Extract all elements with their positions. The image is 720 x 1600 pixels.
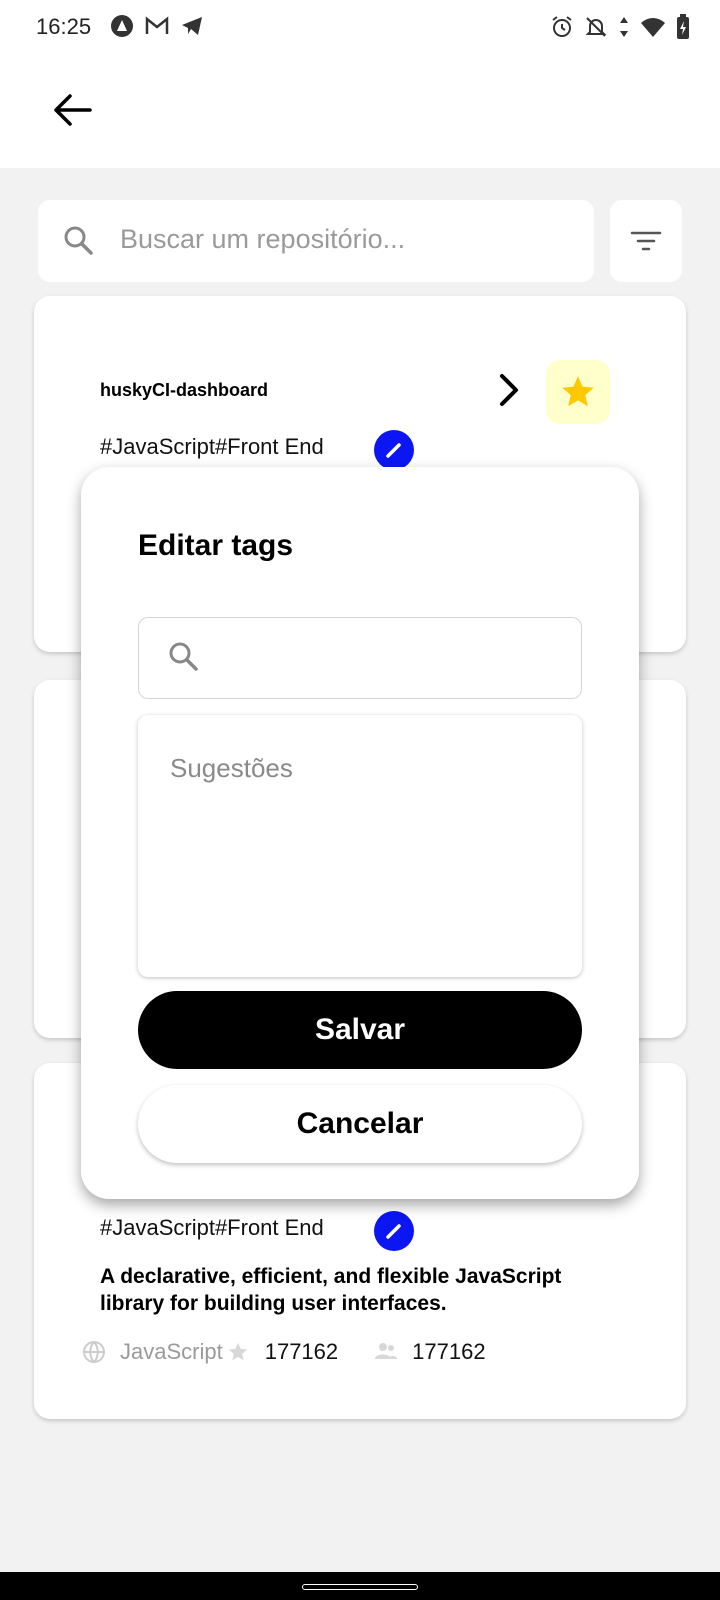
pencil-icon [386,443,401,458]
star-icon [562,376,594,407]
suggestions-box: Sugestões [138,715,582,977]
app-bar [0,56,720,168]
dialog-title: Editar tags [138,529,294,562]
wifi-icon [641,18,665,37]
repo-tags: #JavaScript#Front End [100,434,324,459]
search-icon [64,226,93,255]
notifications-off-icon [585,17,607,37]
edit-tags-button[interactable] [374,1211,414,1251]
search-placeholder: Buscar um repositório... [120,224,406,254]
back-button[interactable] [44,82,100,138]
repo-name: huskyCI-dashboard [100,380,269,400]
arrow-back-icon [54,94,92,126]
battery-icon [677,14,689,39]
home-handle[interactable] [302,1584,418,1590]
cancel-button[interactable]: Cancelar [138,1085,582,1163]
edit-tags-button[interactable] [374,430,414,470]
globe-icon [83,1341,105,1364]
repo-forks: 177162 [412,1339,486,1364]
repo-description: A declarative, efficient, and flexible J… [100,1265,562,1315]
star-outline-icon [228,1342,247,1361]
alarm-icon [552,16,572,37]
status-bar: 16:25 [0,0,720,56]
tag-search-input[interactable] [138,617,582,699]
repo-tags: #JavaScript#Front End [100,1215,324,1240]
gmail-icon [145,16,169,34]
system-nav-bar [0,1572,720,1600]
favorite-button[interactable] [546,360,610,424]
telegram-icon [182,17,202,35]
people-icon [375,1343,398,1359]
repo-stars: 177162 [264,1339,339,1364]
filter-icon [630,231,662,251]
repo-language: JavaScript [120,1339,223,1364]
save-button[interactable]: Salvar [138,991,582,1069]
data-arrows-icon [620,17,628,37]
repo-meta: JavaScript 177162 177162 [82,1339,486,1365]
edit-tags-dialog: Editar tags Sugestões Salvar Cancelar [81,467,639,1199]
search-icon [169,642,198,671]
filter-button[interactable] [610,200,682,282]
chevron-right-icon[interactable] [494,370,524,410]
vpn-icon [111,15,133,37]
suggestions-label: Sugestões [170,753,293,783]
status-time: 16:25 [36,14,92,39]
pencil-icon [386,1224,401,1239]
repo-search-input[interactable]: Buscar um repositório... [38,200,594,282]
